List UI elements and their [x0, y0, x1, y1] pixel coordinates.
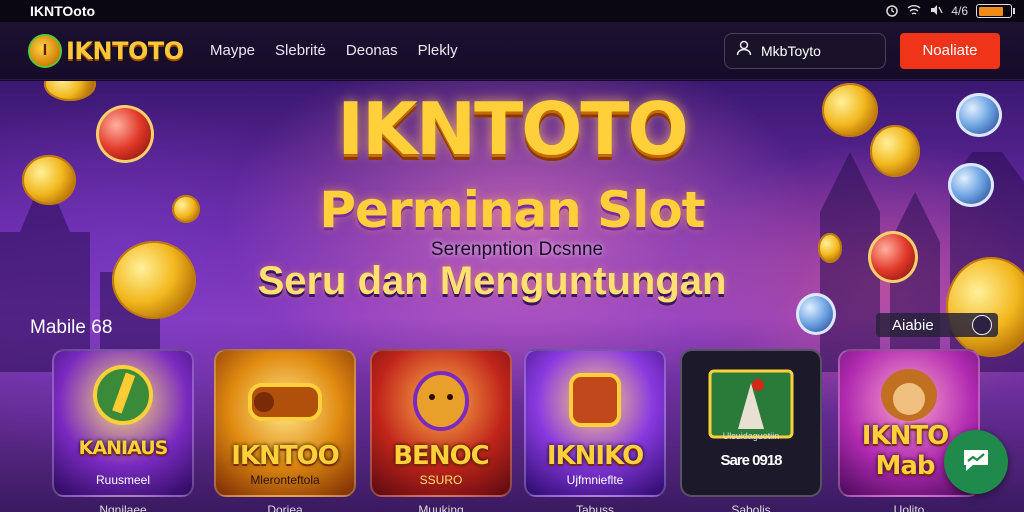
game-card-title: IKNTO Mab [861, 421, 949, 481]
status-icons: 4/6 [885, 3, 1015, 20]
nav-link-maype[interactable]: Maype [210, 42, 255, 59]
status-app-name: IKNTOoto [30, 3, 96, 19]
game-card[interactable]: IKNIKO Ujfmnieflte [524, 349, 666, 497]
game-card-caption: Ngnilaee [99, 503, 147, 512]
game-card-sub: Ruusmeel [95, 473, 151, 487]
logo-text: IKNTOTO [66, 36, 184, 65]
wifi-icon [907, 3, 921, 20]
game-card-caption: Muuking [418, 503, 464, 512]
slot-lever-icon [555, 365, 635, 440]
game-card-caption: Tabuss [575, 503, 615, 512]
game-card[interactable]: Sare 0918 Ulsuidaguotiin [680, 349, 822, 497]
toggle-label: Aiabie [892, 316, 934, 334]
game-card-sub: Ulsuidaguotiin [722, 431, 780, 441]
treasure-cannon-icon [240, 365, 330, 440]
game-card-caption: Doriea [267, 503, 303, 512]
hero-banner: IKNTOTO Perminan Slot Serenpntion Dcsnne… [0, 81, 1024, 512]
game-card-title: KANIAUS [78, 437, 169, 459]
game-card-title: BENOC [393, 441, 490, 471]
battery-icon [976, 4, 1015, 18]
game-card-title: Sare 0918 [720, 452, 782, 469]
hero-small-line: Serenpntion Dcsnne [430, 239, 604, 260]
battery-fill [978, 6, 1004, 16]
nav-link-slebrite[interactable]: Slebritė [275, 42, 326, 59]
section-label: Mabile 68 [30, 317, 113, 338]
nav-links: Maype Slebritė Deonas Plekly [210, 42, 458, 59]
game-card-caption: Sabolis [731, 503, 771, 512]
game-card[interactable]: KANIAUS Ruusmeel [52, 349, 194, 497]
toggle-knob-icon [972, 315, 992, 335]
brand-logo[interactable]: I IKNTOTO [28, 33, 208, 68]
chat-icon [961, 447, 991, 478]
hero-subtitle: Perminan Slot [319, 181, 705, 239]
availability-toggle[interactable]: Aiabie [876, 313, 998, 337]
nav-link-deonas[interactable]: Deonas [346, 42, 398, 59]
game-card[interactable]: BENOC SSURO [370, 349, 512, 497]
register-button[interactable]: Noaliate [900, 32, 1000, 69]
top-navbar: I IKNTOTO Maype Slebritė Deonas Plekly N… [0, 22, 1024, 80]
game-cards-row: KANIAUS Ruusmeel Ngnilaee IKNTOO Mleront… [28, 349, 1004, 512]
logo-coin-icon: I [28, 33, 62, 68]
game-card[interactable]: IKNTOO Mleronteftola [214, 349, 356, 497]
user-search-input[interactable] [761, 42, 871, 59]
game-card-sub: Ujfmnieflte [566, 473, 624, 487]
hero-title: IKNTOTO [337, 87, 688, 171]
signal-text: 4/6 [951, 4, 968, 18]
game-card-title: IKNIKO [546, 441, 644, 471]
game-card-caption: Uolito [893, 503, 925, 512]
status-bar: IKNTOoto 4/6 [0, 0, 1024, 22]
game-card-title: IKNTOO [231, 441, 340, 471]
user-icon [735, 39, 753, 62]
game-card-sub: Mleronteftola [250, 473, 320, 487]
nav-right: Noaliate [724, 32, 1000, 69]
game-card-sub: SSURO [419, 473, 463, 487]
chat-button[interactable] [944, 430, 1008, 494]
mute-icon [929, 3, 943, 20]
trophy-icon [88, 365, 158, 430]
lion-icon [401, 365, 481, 440]
user-search-box[interactable] [724, 32, 886, 69]
hero-tagline: Seru dan Menguntungan [257, 259, 727, 303]
alarm-icon [885, 3, 899, 20]
nav-link-plekly[interactable]: Plekly [418, 42, 458, 59]
